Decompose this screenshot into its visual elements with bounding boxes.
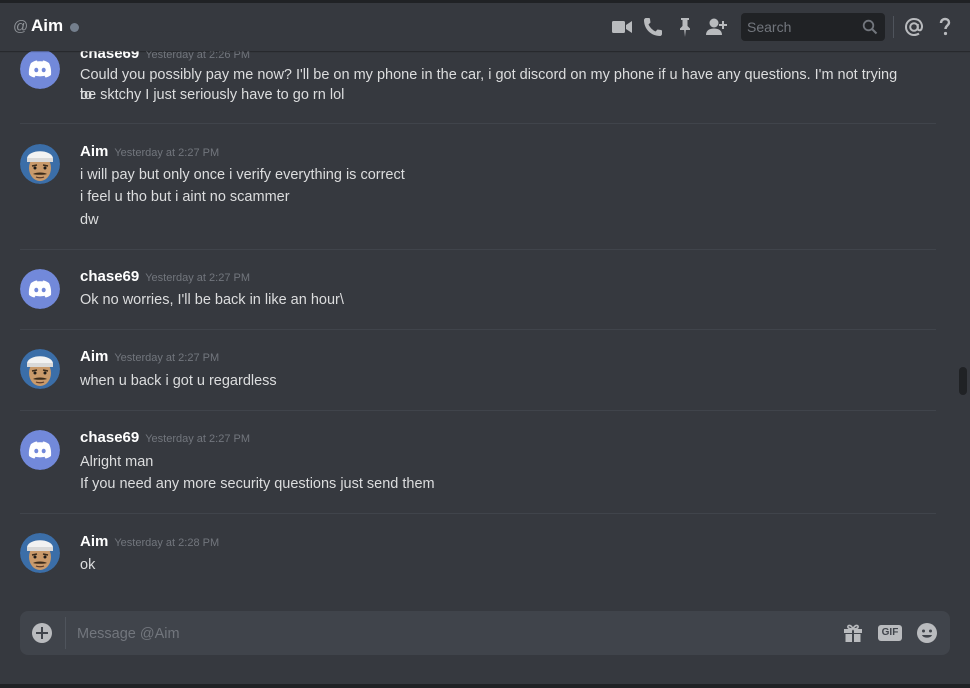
composer-divider xyxy=(65,617,66,649)
message-line: i feel u tho but i aint no scammer xyxy=(80,189,290,205)
character-avatar-icon xyxy=(20,144,60,184)
message-divider xyxy=(20,123,936,124)
mention-icon[interactable] xyxy=(903,16,925,38)
search-icon xyxy=(862,19,878,35)
message-author[interactable]: chase69 Yesterday at 2:27 PM xyxy=(80,429,250,446)
message-composer: GIF xyxy=(20,611,950,657)
scrollbar-thumb[interactable] xyxy=(959,367,967,395)
character-avatar-icon xyxy=(20,533,60,573)
message-timestamp: Yesterday at 2:27 PM xyxy=(145,272,250,284)
scrollbar-track[interactable] xyxy=(954,51,970,591)
message-divider xyxy=(20,329,936,330)
message-line: dw xyxy=(80,212,99,228)
message-author[interactable]: Aim Yesterday at 2:28 PM xyxy=(80,533,219,550)
discord-logo-icon xyxy=(20,51,60,89)
message-divider xyxy=(20,513,936,514)
gift-icon[interactable] xyxy=(842,622,864,644)
pin-icon[interactable] xyxy=(674,16,696,38)
message-author[interactable]: chase69 Yesterday at 2:27 PM xyxy=(80,268,250,285)
gif-icon[interactable]: GIF xyxy=(878,625,902,641)
message-line: ok xyxy=(80,557,96,573)
message-author[interactable]: Aim Yesterday at 2:27 PM xyxy=(80,143,219,160)
message-list[interactable]: chase69 Yesterday at 2:26 PM Could you po… xyxy=(0,51,950,591)
message-line: i will pay but only once i verify everyt… xyxy=(80,167,405,183)
message-timestamp: Yesterday at 2:27 PM xyxy=(145,433,250,445)
message-line: Ok no worries, I'll be back in like an h… xyxy=(80,292,344,308)
message-divider xyxy=(20,249,936,250)
avatar[interactable] xyxy=(20,533,60,573)
add-friend-icon[interactable] xyxy=(705,16,727,38)
help-icon[interactable] xyxy=(934,16,956,38)
at-symbol: @ xyxy=(13,18,29,35)
discord-logo-icon xyxy=(20,430,60,470)
message-line: when u back i got u regardless xyxy=(80,373,277,389)
message-input[interactable] xyxy=(75,611,819,657)
message-timestamp: Yesterday at 2:27 PM xyxy=(114,147,220,159)
message-line: be sktchy I just seriously have to go rn… xyxy=(80,87,345,103)
character-avatar-icon xyxy=(20,349,60,389)
message-timestamp: Yesterday at 2:27 PM xyxy=(114,352,220,364)
message-divider xyxy=(20,410,936,411)
upload-plus-icon[interactable] xyxy=(32,623,52,643)
video-call-icon[interactable] xyxy=(611,16,633,38)
search-input[interactable] xyxy=(741,13,859,41)
avatar[interactable] xyxy=(20,349,60,389)
message-author[interactable]: Aim Yesterday at 2:27 PM xyxy=(80,348,219,365)
header-divider xyxy=(893,16,894,38)
message-author[interactable]: chase69 Yesterday at 2:26 PM xyxy=(80,51,250,62)
search-box[interactable] xyxy=(741,13,885,41)
status-indicator xyxy=(70,23,79,32)
message-line: Alright man xyxy=(80,454,154,470)
dm-recipient-name[interactable]: Aim xyxy=(31,16,63,36)
avatar[interactable] xyxy=(20,430,60,470)
channel-header: @ Aim xyxy=(0,3,970,51)
window-bottom-edge xyxy=(0,684,970,688)
avatar[interactable] xyxy=(20,51,60,89)
voice-call-icon[interactable] xyxy=(642,16,664,38)
message-line: If you need any more security questions … xyxy=(80,476,435,492)
message-timestamp: Yesterday at 2:26 PM xyxy=(145,51,250,61)
message-timestamp: Yesterday at 2:28 PM xyxy=(114,537,220,549)
discord-logo-icon xyxy=(20,269,60,309)
avatar[interactable] xyxy=(20,269,60,309)
emoji-icon[interactable] xyxy=(916,622,938,644)
avatar[interactable] xyxy=(20,144,60,184)
